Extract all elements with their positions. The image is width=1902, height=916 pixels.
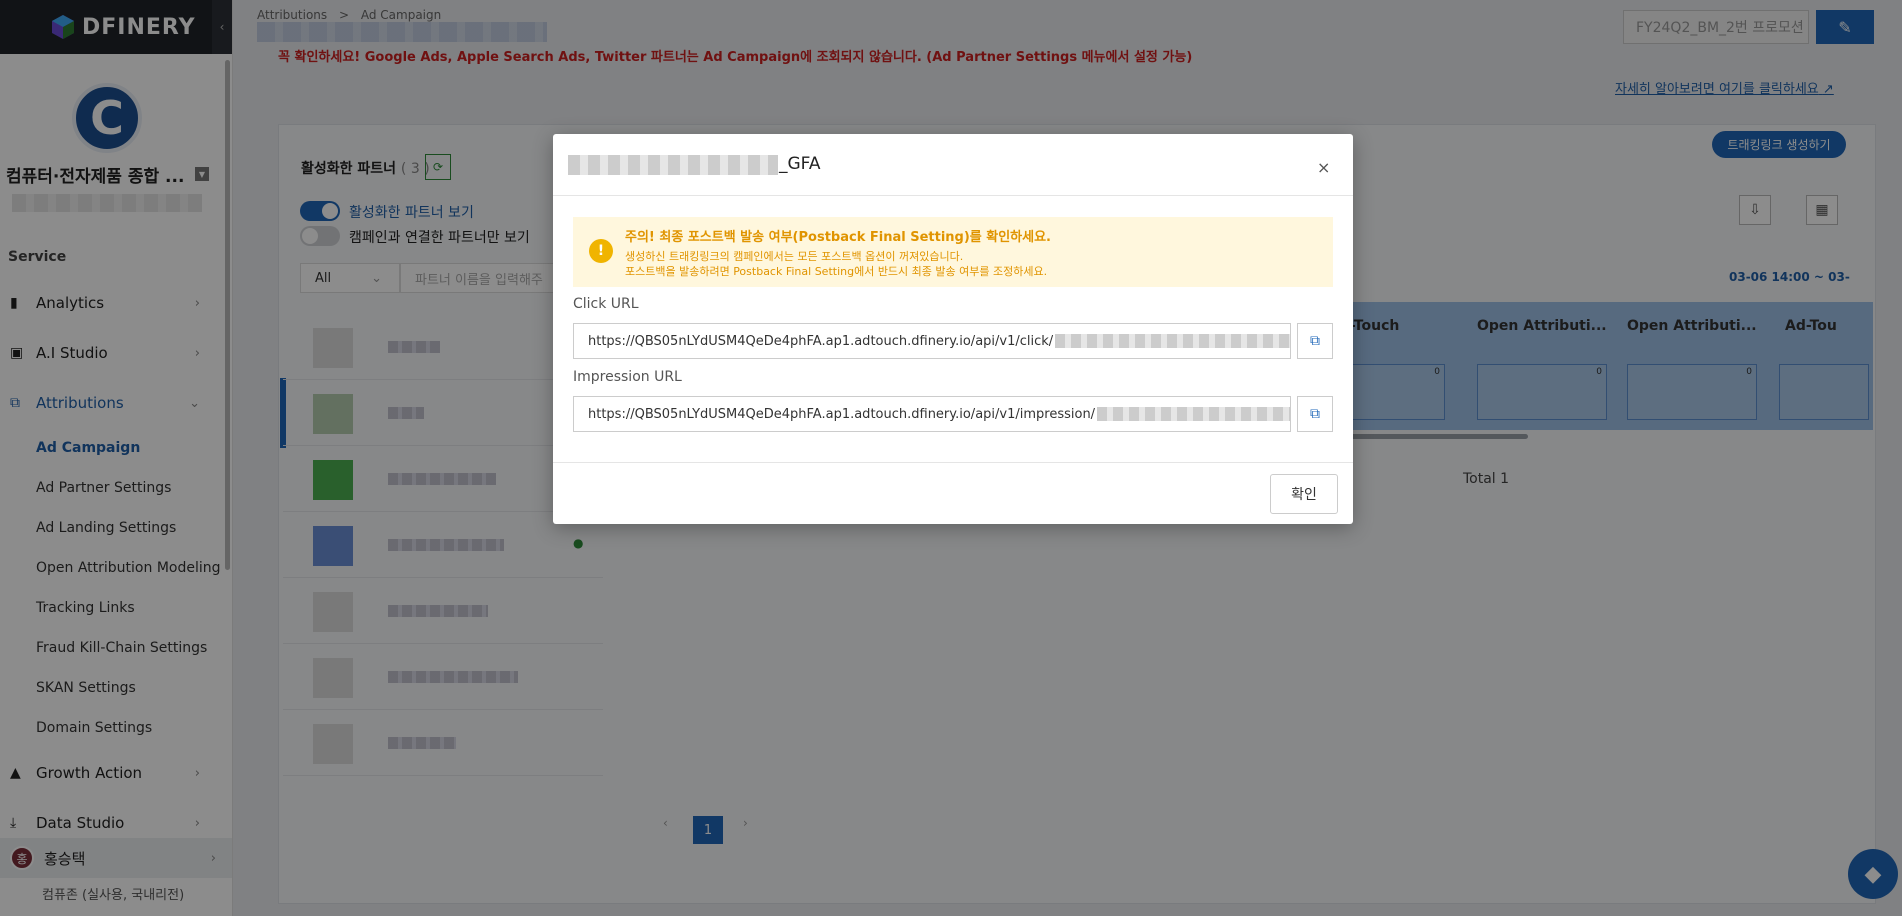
close-icon[interactable]: × [1317, 158, 1330, 177]
impression-url-value: https://QBS05nLYdUSM4QeDe4phFA.ap1.adtou… [588, 406, 1096, 422]
modal-footer-divider [553, 462, 1353, 463]
modal-title: _GFA [779, 154, 821, 174]
postback-warning: ! 주의! 최종 포스트백 발송 여부(Postback Final Setti… [573, 217, 1333, 287]
click-url-field[interactable]: https://QBS05nLYdUSM4QeDe4phFA.ap1.adtou… [573, 323, 1291, 359]
impression-url-label: Impression URL [573, 369, 682, 385]
click-url-redacted [1055, 334, 1290, 348]
impression-url-redacted [1097, 407, 1290, 421]
warning-title: 주의! 최종 포스트백 발송 여부(Postback Final Setting… [625, 230, 1051, 245]
copy-impression-url-button[interactable]: ⧉ [1297, 396, 1333, 432]
warning-line-1: 생성하신 트래킹링크의 캠페인에서는 모든 포스트백 옵션이 꺼져있습니다. [625, 250, 964, 263]
warning-line-2: 포스트백을 발송하려면 Postback Final Setting에서 반드시… [625, 265, 1048, 278]
modal-title-redacted [568, 155, 778, 175]
impression-url-field[interactable]: https://QBS05nLYdUSM4QeDe4phFA.ap1.adtou… [573, 396, 1291, 432]
modal-header: _GFA × [553, 134, 1353, 196]
copy-icon: ⧉ [1310, 333, 1320, 349]
tracking-link-modal: _GFA × ! 주의! 최종 포스트백 발송 여부(Postback Fina… [553, 134, 1353, 524]
copy-icon: ⧉ [1310, 406, 1320, 422]
copy-click-url-button[interactable]: ⧉ [1297, 323, 1333, 359]
click-url-label: Click URL [573, 296, 639, 312]
click-url-value: https://QBS05nLYdUSM4QeDe4phFA.ap1.adtou… [588, 333, 1054, 349]
confirm-button[interactable]: 확인 [1270, 474, 1338, 514]
warning-icon: ! [589, 239, 613, 263]
